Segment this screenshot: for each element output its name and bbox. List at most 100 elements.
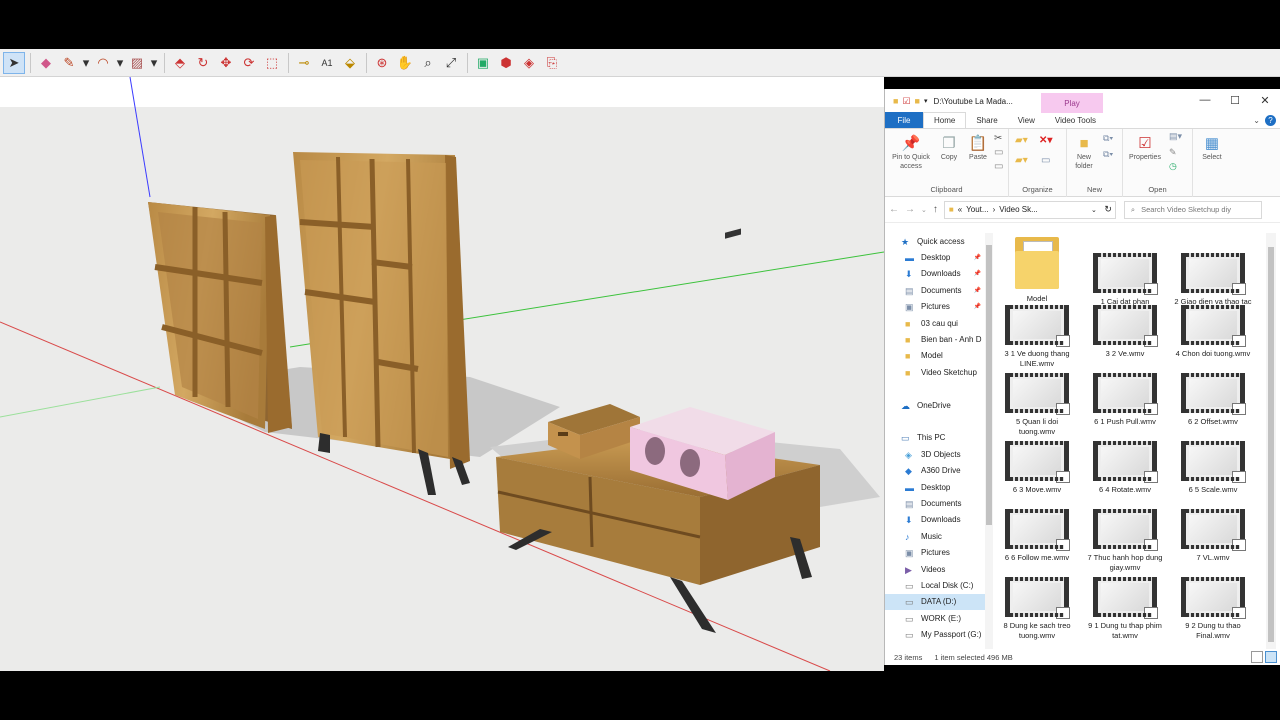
select-icon[interactable]: ➤	[3, 51, 25, 74]
history-icon[interactable]: ◷	[1169, 161, 1177, 172]
new-folder-button[interactable]: ■ New folder	[1069, 135, 1099, 171]
minimize-button[interactable]: —	[1190, 89, 1220, 111]
nav-item[interactable]: ▤ Documents	[885, 495, 985, 511]
pencil-icon[interactable]: ✎	[58, 52, 80, 74]
move-to-icon[interactable]: ▰▾	[1015, 135, 1028, 146]
video-file-item[interactable]: 7 Thuc hanh hop dung giay.wmv	[1085, 509, 1165, 572]
line-dropdown-icon[interactable]: ▾	[81, 52, 91, 74]
video-file-item[interactable]: 3 2 Ve.wmv	[1085, 305, 1165, 359]
video-file-item[interactable]: 7 VL.wmv	[1173, 509, 1253, 563]
nav-scroll-thumb[interactable]	[986, 245, 992, 525]
rotate-icon[interactable]: ⟳	[238, 52, 260, 74]
extension-icon[interactable]: ⬢	[495, 52, 517, 74]
edit-icon[interactable]: ✎	[1169, 147, 1177, 158]
text-icon[interactable]: A1	[316, 52, 338, 74]
properties-qa-icon[interactable]: ☑	[902, 96, 910, 107]
tab-video-tools[interactable]: Video Tools	[1045, 112, 1106, 128]
recent-dropdown-icon[interactable]: ⌄	[921, 206, 927, 214]
nav-item[interactable]: ⬇ Downloads	[885, 512, 985, 528]
up-icon[interactable]: ↑	[933, 204, 938, 215]
nav-scrollbar[interactable]	[985, 233, 993, 649]
content-scrollbar[interactable]	[1266, 233, 1276, 649]
nav-item[interactable]: ▬ Desktop	[885, 479, 985, 495]
move-icon[interactable]: ✥	[215, 52, 237, 74]
video-file-item[interactable]: 6 3 Move.wmv	[997, 441, 1077, 495]
nav-item[interactable]: ▣ Pictures	[885, 544, 985, 560]
tab-view[interactable]: View	[1008, 112, 1045, 128]
video-file-item[interactable]: 6 5 Scale.wmv	[1173, 441, 1253, 495]
copy-path-icon[interactable]: ▭	[994, 147, 1003, 158]
play-contextual-tab[interactable]: Play	[1041, 93, 1103, 113]
folder-item[interactable]: Model	[997, 233, 1077, 304]
arc-icon[interactable]: ◠	[92, 52, 114, 74]
nav-item[interactable]: ▬ Desktop 📌	[885, 249, 985, 265]
nav-item[interactable]: ☁ OneDrive	[885, 397, 985, 413]
orbit-icon[interactable]: ⊛	[371, 52, 393, 74]
tape-measure-icon[interactable]: ⊸	[293, 52, 315, 74]
customize-qa-icon[interactable]: ▾	[924, 97, 928, 105]
properties-button[interactable]: ☑ Properties	[1125, 135, 1165, 162]
nav-item[interactable]: ◆ A360 Drive	[885, 462, 985, 478]
delete-icon[interactable]: ✕▾	[1039, 135, 1052, 146]
nav-item[interactable]: ■ Video Sketchup	[885, 364, 985, 380]
send-to-layout-icon[interactable]: ⎘	[541, 52, 563, 74]
tall-bookshelf[interactable]	[293, 152, 470, 495]
nav-item[interactable]: ■ 03 cau qui	[885, 315, 985, 331]
pan-icon[interactable]: ✋	[394, 52, 416, 74]
nav-item[interactable]: ▭ DATA (D:)	[885, 593, 985, 610]
tab-file[interactable]: File	[885, 112, 923, 128]
forward-icon[interactable]: →	[905, 204, 915, 215]
close-button[interactable]: ✕	[1250, 89, 1280, 111]
ribbon-collapse-icon[interactable]: ⌄	[1253, 116, 1260, 125]
copy-to-icon[interactable]: ▰▾	[1015, 155, 1028, 166]
nav-item[interactable]: ▭ WORK (E:)	[885, 610, 985, 626]
details-view-icon[interactable]	[1251, 651, 1263, 663]
nav-item[interactable]: ▣ Pictures 📌	[885, 299, 985, 315]
paint-bucket-icon[interactable]: ⬙	[339, 52, 361, 74]
nav-item[interactable]: ■ Bien ban - Anh D	[885, 331, 985, 347]
easy-access-icon[interactable]: ⧉▾	[1103, 149, 1113, 160]
new-folder-qa-icon[interactable]: ■	[915, 96, 920, 106]
breadcrumb-youtube[interactable]: Yout...	[966, 205, 988, 214]
breadcrumb-overflow-icon[interactable]: «	[958, 205, 962, 214]
address-dropdown-icon[interactable]: ⌄	[1091, 206, 1097, 214]
push-pull-icon[interactable]: ⬘	[169, 52, 191, 74]
new-item-icon[interactable]: ⧉▾	[1103, 133, 1113, 144]
tab-home[interactable]: Home	[923, 112, 967, 128]
pin-to-quick-access-button[interactable]: 📌 Pin to Quick access	[889, 135, 933, 171]
video-file-item[interactable]: 9 1 Dung tu thap phim tat.wmv	[1085, 577, 1165, 640]
content-scroll-thumb[interactable]	[1268, 247, 1274, 642]
video-file-item[interactable]: 6 2 Offset.wmv	[1173, 373, 1253, 427]
breadcrumb-video-sketchup[interactable]: Video Sk...	[999, 205, 1038, 214]
video-file-item[interactable]: 6 6 Follow me.wmv	[997, 509, 1077, 563]
help-icon[interactable]: ?	[1265, 115, 1276, 126]
paste-button[interactable]: 📋 Paste	[965, 135, 991, 162]
eraser-icon[interactable]: ◆	[35, 52, 57, 74]
video-file-item[interactable]: 3 1 Ve duong thang LINE.wmv	[997, 305, 1077, 368]
zoom-extents-icon[interactable]: ⤢	[440, 52, 462, 74]
rectangle-icon[interactable]: ▨	[126, 52, 148, 74]
select-button[interactable]: ▦ Select	[1195, 135, 1229, 162]
warehouse-icon[interactable]: ▣	[472, 52, 494, 74]
video-file-item[interactable]: 9 2 Dung tu thao Final.wmv	[1173, 577, 1253, 640]
paste-shortcut-icon[interactable]: ▭	[994, 161, 1003, 172]
nav-item[interactable]: ⬇ Downloads 📌	[885, 266, 985, 282]
search-box[interactable]: ⌕ Search Video Sketchup diy	[1123, 200, 1262, 219]
nav-item[interactable]: ▶ Videos	[885, 561, 985, 577]
tab-share[interactable]: Share	[966, 112, 1007, 128]
open-icon[interactable]: ▤▾	[1169, 131, 1182, 142]
video-file-item[interactable]: 6 1 Push Pull.wmv	[1085, 373, 1165, 427]
cut-icon[interactable]: ✂	[994, 133, 1002, 144]
nav-item[interactable]: ◈ 3D Objects	[885, 446, 985, 462]
back-icon[interactable]: ←	[889, 204, 899, 215]
follow-me-icon[interactable]: ↻	[192, 52, 214, 74]
large-icons-view-icon[interactable]	[1265, 651, 1277, 663]
scale-icon[interactable]: ⬚	[261, 52, 283, 74]
video-file-item[interactable]: 8 Dung ke sach treo tuong.wmv	[997, 577, 1077, 640]
nav-item[interactable]: ▤ Documents 📌	[885, 282, 985, 298]
zoom-icon[interactable]: ⌕	[417, 52, 439, 74]
refresh-icon[interactable]: ↻	[1104, 204, 1112, 215]
nav-item[interactable]: ▭ My Passport (G:)	[885, 626, 985, 642]
nav-item[interactable]: ♪ Music	[885, 528, 985, 544]
copy-button[interactable]: ❐ Copy	[935, 135, 963, 162]
